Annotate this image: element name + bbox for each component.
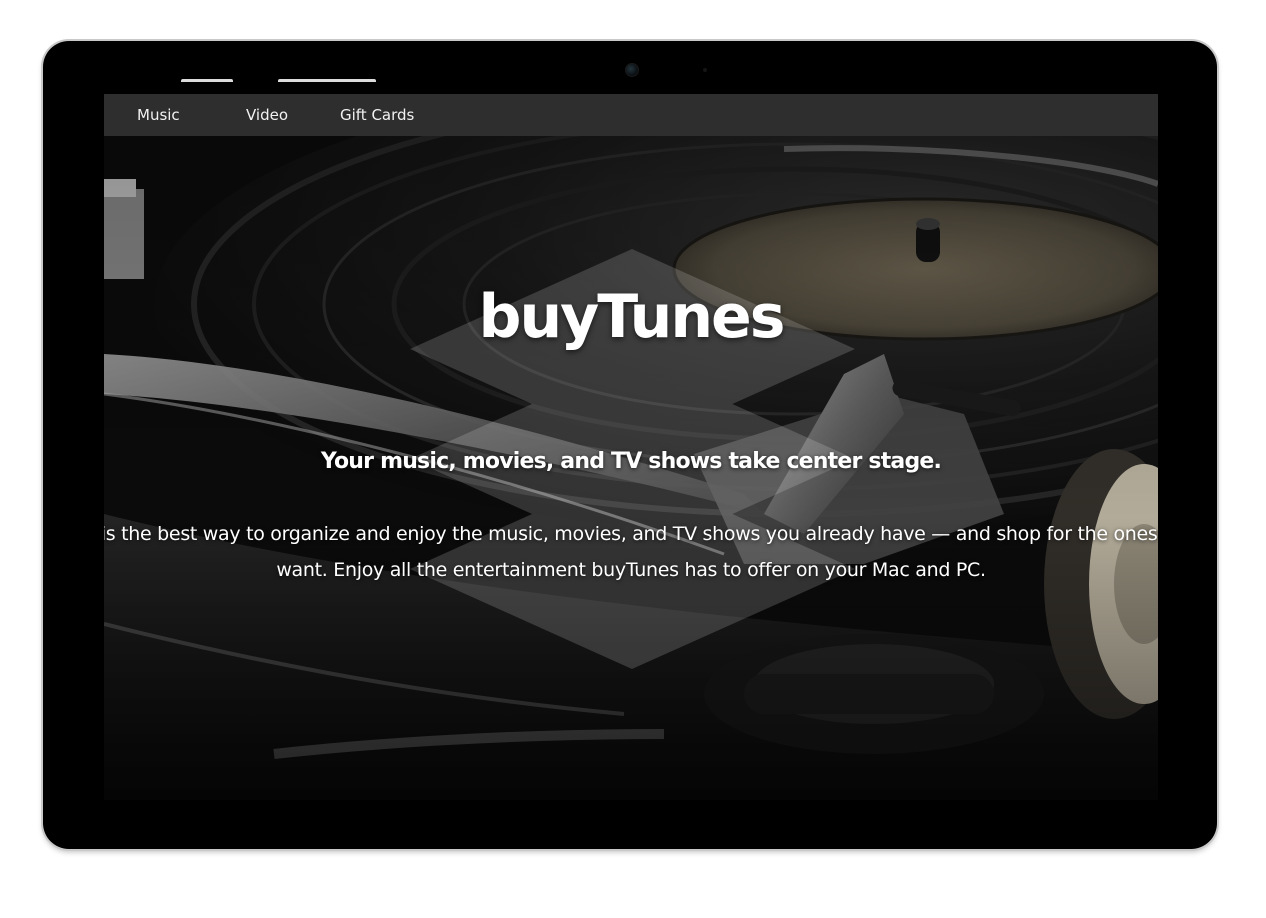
- hero-description: buyTunes is the best way to organize and…: [104, 516, 1158, 588]
- nav-item-video[interactable]: Video: [246, 94, 288, 136]
- hero-description-line-1: buyTunes is the best way to organize and…: [104, 523, 1158, 545]
- tablet-device-frame: Music Video Gift Cards buyTunes Your mus…: [43, 41, 1217, 849]
- volume-button: [181, 79, 233, 82]
- power-button: [278, 79, 376, 82]
- hero-subtitle: Your music, movies, and TV shows take ce…: [320, 449, 942, 474]
- device-hardware-buttons: [181, 79, 381, 83]
- ambient-sensor: [703, 68, 707, 72]
- nav-item-music[interactable]: Music: [137, 94, 180, 136]
- nav-item-gift-cards[interactable]: Gift Cards: [340, 94, 414, 136]
- screen: Music Video Gift Cards buyTunes Your mus…: [104, 94, 1158, 800]
- hero-title: buyTunes: [478, 282, 786, 352]
- camera-icon: [625, 63, 639, 77]
- hero-description-line-2: want. Enjoy all the entertainment buyTun…: [276, 559, 986, 581]
- top-navigation-bar: Music Video Gift Cards: [104, 94, 1158, 136]
